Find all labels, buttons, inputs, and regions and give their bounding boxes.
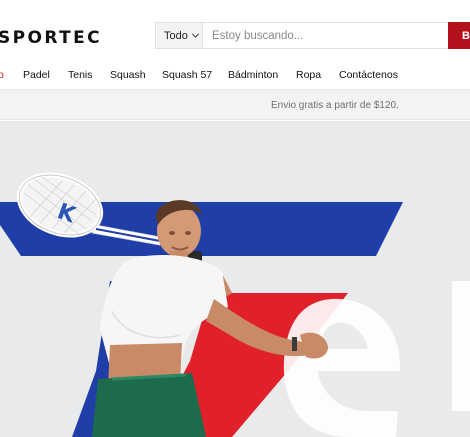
search-bar: Todo Buscar — [155, 22, 470, 49]
nav-item-padel[interactable]: Padel — [23, 69, 50, 81]
nav-item-contactenos[interactable]: Contáctenos — [339, 69, 398, 81]
brand-letter-partial — [452, 281, 470, 411]
hero-banner[interactable]: K — [0, 121, 470, 437]
search-button[interactable]: Buscar — [448, 22, 470, 49]
nav-item-badminton[interactable]: Bádminton — [228, 69, 278, 81]
shipping-text: Envio gratis a partir de $120. — [271, 100, 399, 111]
nav-item-partial[interactable]: o — [0, 69, 4, 81]
category-select[interactable]: Todo — [156, 23, 203, 48]
main-nav: o Padel Tenis Squash Squash 57 Bádminton… — [0, 62, 470, 89]
chevron-down-icon — [191, 33, 199, 38]
site-header: SPORTEC Todo Buscar — [0, 0, 470, 62]
search-input[interactable] — [204, 23, 448, 48]
brand-letter-e — [283, 298, 401, 437]
nav-item-squash-57[interactable]: Squash 57 — [162, 69, 212, 81]
nav-item-squash[interactable]: Squash — [110, 69, 146, 81]
category-select-label: Todo — [164, 29, 188, 42]
hero-artwork: K — [0, 121, 470, 437]
nav-item-ropa[interactable]: Ropa — [296, 69, 321, 81]
nav-item-tenis[interactable]: Tenis — [68, 69, 93, 81]
shipping-banner: Envio gratis a partir de $120. — [0, 89, 470, 120]
site-logo[interactable]: SPORTEC — [0, 28, 102, 48]
